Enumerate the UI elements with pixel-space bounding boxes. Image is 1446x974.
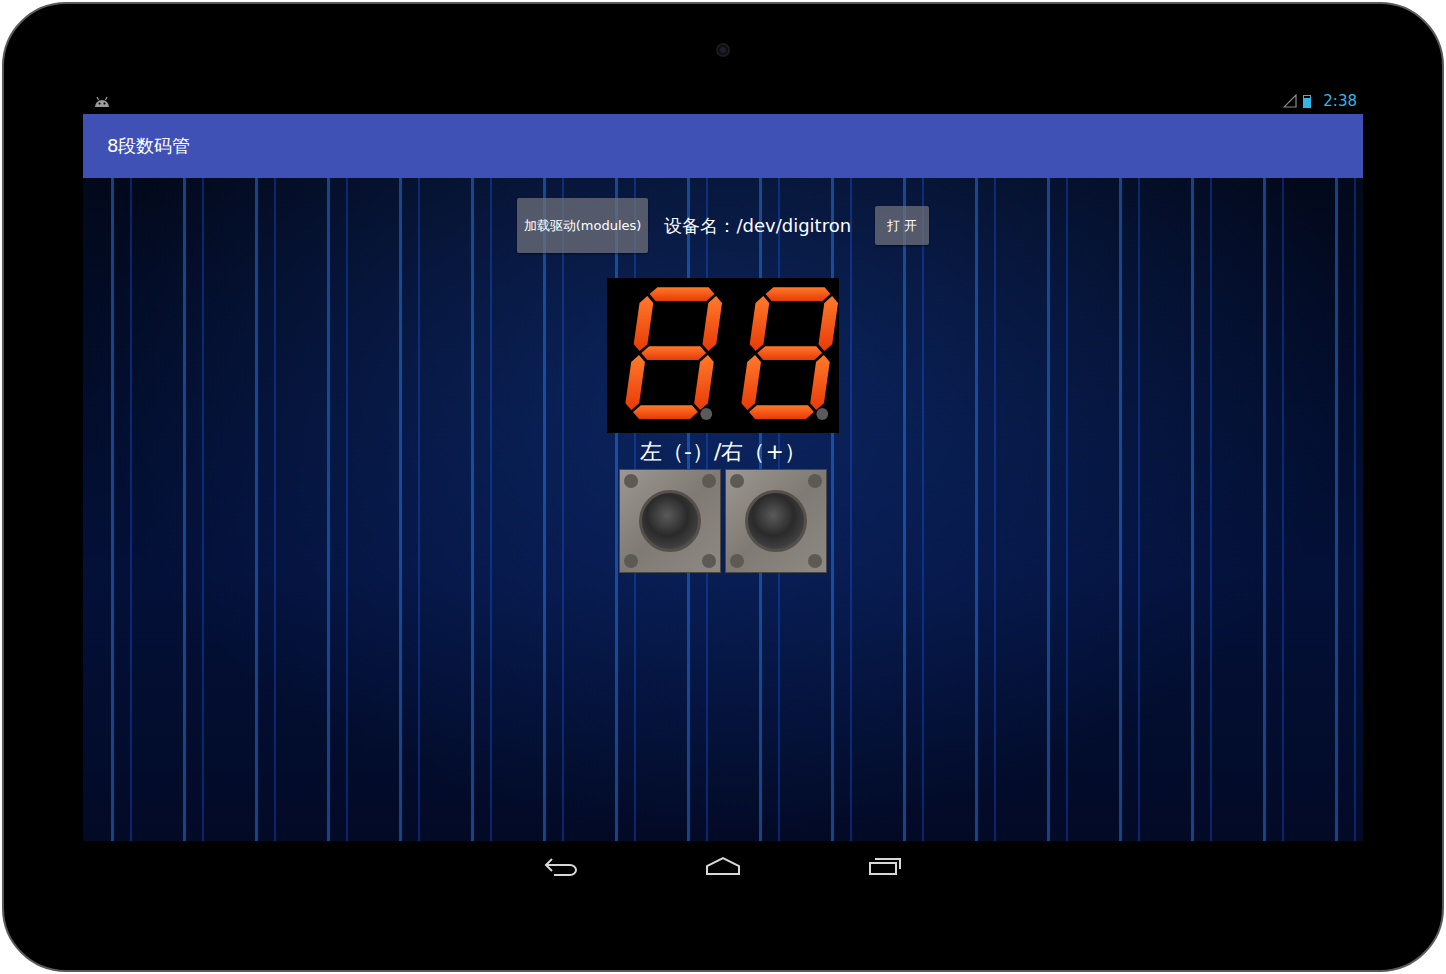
button-cap (745, 490, 807, 552)
button-pin (808, 554, 822, 568)
decimal-dot (700, 408, 712, 420)
back-icon (544, 855, 578, 877)
screen: 2:38 8段数码管加载驱动(modules) 设备名：/dev/digitron 打… (83, 88, 1363, 890)
digit-segment (633, 296, 654, 351)
push-button[interactable] (725, 469, 827, 573)
recents-button[interactable] (867, 854, 903, 878)
button-pin (730, 554, 744, 568)
home-button[interactable] (705, 854, 741, 878)
clock: 2:38 (1323, 92, 1357, 110)
push-button[interactable] (619, 469, 721, 573)
content: 加载驱动(modules) 设备名：/dev/digitron 打 开左（-）/右（… (83, 178, 1363, 841)
digit-segment (756, 346, 823, 360)
battery-fill (1304, 98, 1310, 107)
digit-segment (748, 405, 815, 419)
toolbar: 加载驱动(modules) 设备名：/dev/digitron 打 开 (517, 198, 929, 253)
page: 2:38 8段数码管加载驱动(modules) 设备名：/dev/digitron 打… (0, 0, 1446, 974)
button-pin (624, 554, 638, 568)
recents-icon (868, 856, 902, 876)
seven-segment-digit (724, 281, 838, 431)
digit-segment (809, 355, 830, 410)
android-icon (93, 94, 111, 108)
digit-display (607, 278, 839, 433)
camera-icon (716, 43, 730, 57)
button-pin (702, 474, 716, 488)
nav-bar (83, 841, 1363, 890)
status-bar: 2:38 (83, 88, 1363, 114)
digit-segment (765, 287, 832, 301)
decimal-dot (816, 408, 828, 420)
button-pin (730, 474, 744, 488)
digit-segment (740, 355, 761, 410)
seven-segment-digit (608, 281, 722, 431)
button-pin (808, 474, 822, 488)
signal-icon (1283, 94, 1297, 108)
tablet-frame: 2:38 8段数码管加载驱动(modules) 设备名：/dev/digitron 打… (2, 2, 1444, 972)
open-button[interactable]: 打 开 (875, 206, 929, 245)
button-pin (624, 474, 638, 488)
digit-segment (632, 405, 699, 419)
button-pin (702, 554, 716, 568)
keys-row (619, 469, 827, 573)
digit-segment (640, 346, 707, 360)
keys-label: 左（-）/右（+） (640, 437, 806, 467)
digit-segment (624, 355, 645, 410)
digit-segment (693, 355, 714, 410)
battery-icon (1303, 95, 1311, 108)
app-bar-title: 8段数码管 (83, 114, 1363, 178)
digit-segment (818, 296, 838, 351)
status-icons: 2:38 (1283, 92, 1357, 110)
digit-segment (649, 287, 716, 301)
digit-segment (702, 296, 722, 351)
device-label: 设备名：/dev/digitron (664, 214, 851, 238)
button-cap (639, 490, 701, 552)
home-icon (705, 856, 741, 876)
load-driver-button[interactable]: 加载驱动(modules) (517, 198, 649, 253)
camera-row (4, 4, 1442, 88)
digit-segment (749, 296, 770, 351)
back-button[interactable] (543, 854, 579, 878)
